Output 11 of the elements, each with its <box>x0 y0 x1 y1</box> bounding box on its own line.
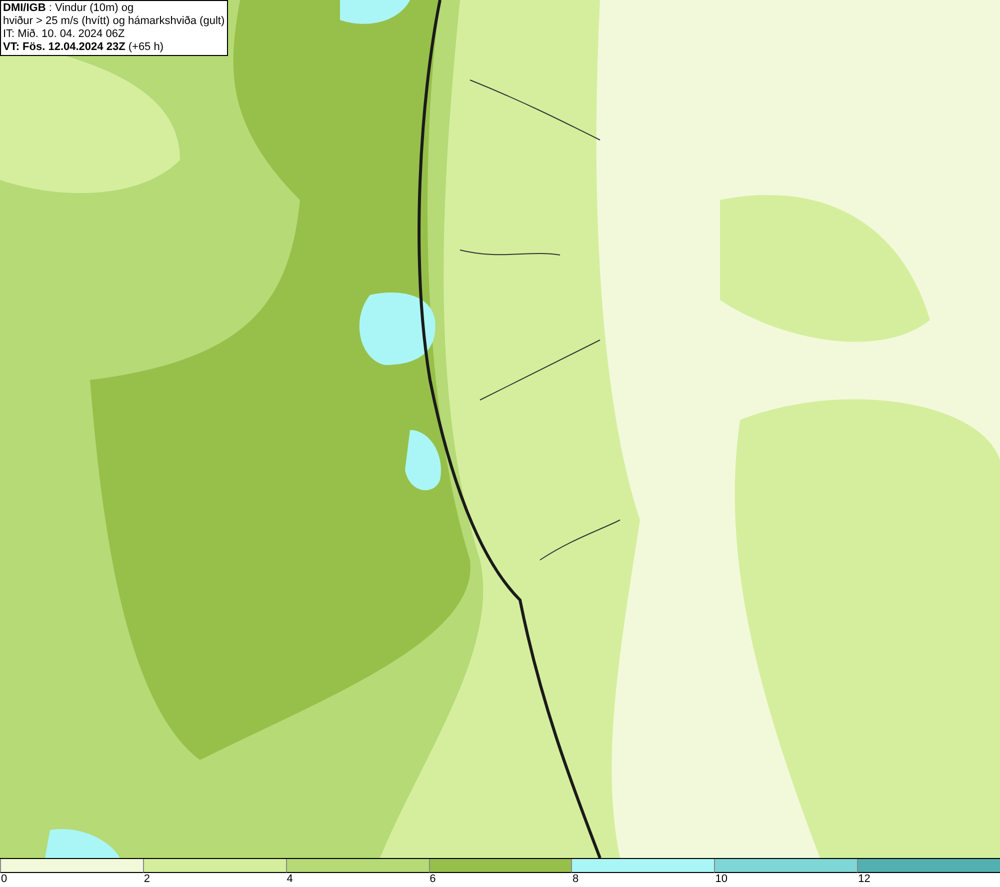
legend-label: 12 <box>857 873 870 886</box>
legend-label: 8 <box>571 873 579 886</box>
info-text: DMI/IGB : Vindur (10m) og <box>3 2 135 15</box>
legend-label: 10 <box>714 873 728 886</box>
legend-label: 6 <box>428 873 436 886</box>
legend-label: 4 <box>286 873 293 886</box>
legend-label: 0 <box>0 873 8 886</box>
legend-label: 2 <box>142 873 150 886</box>
info-text: hviður > 25 m/s (hvítt) og hámarkshviða (gult) <box>3 15 225 28</box>
info-text: VT: Fös. 12.04.2024 23Z (+65 h) <box>3 41 165 54</box>
info-text: IT: Mið. 10. 04. 2024 06Z <box>3 28 126 41</box>
